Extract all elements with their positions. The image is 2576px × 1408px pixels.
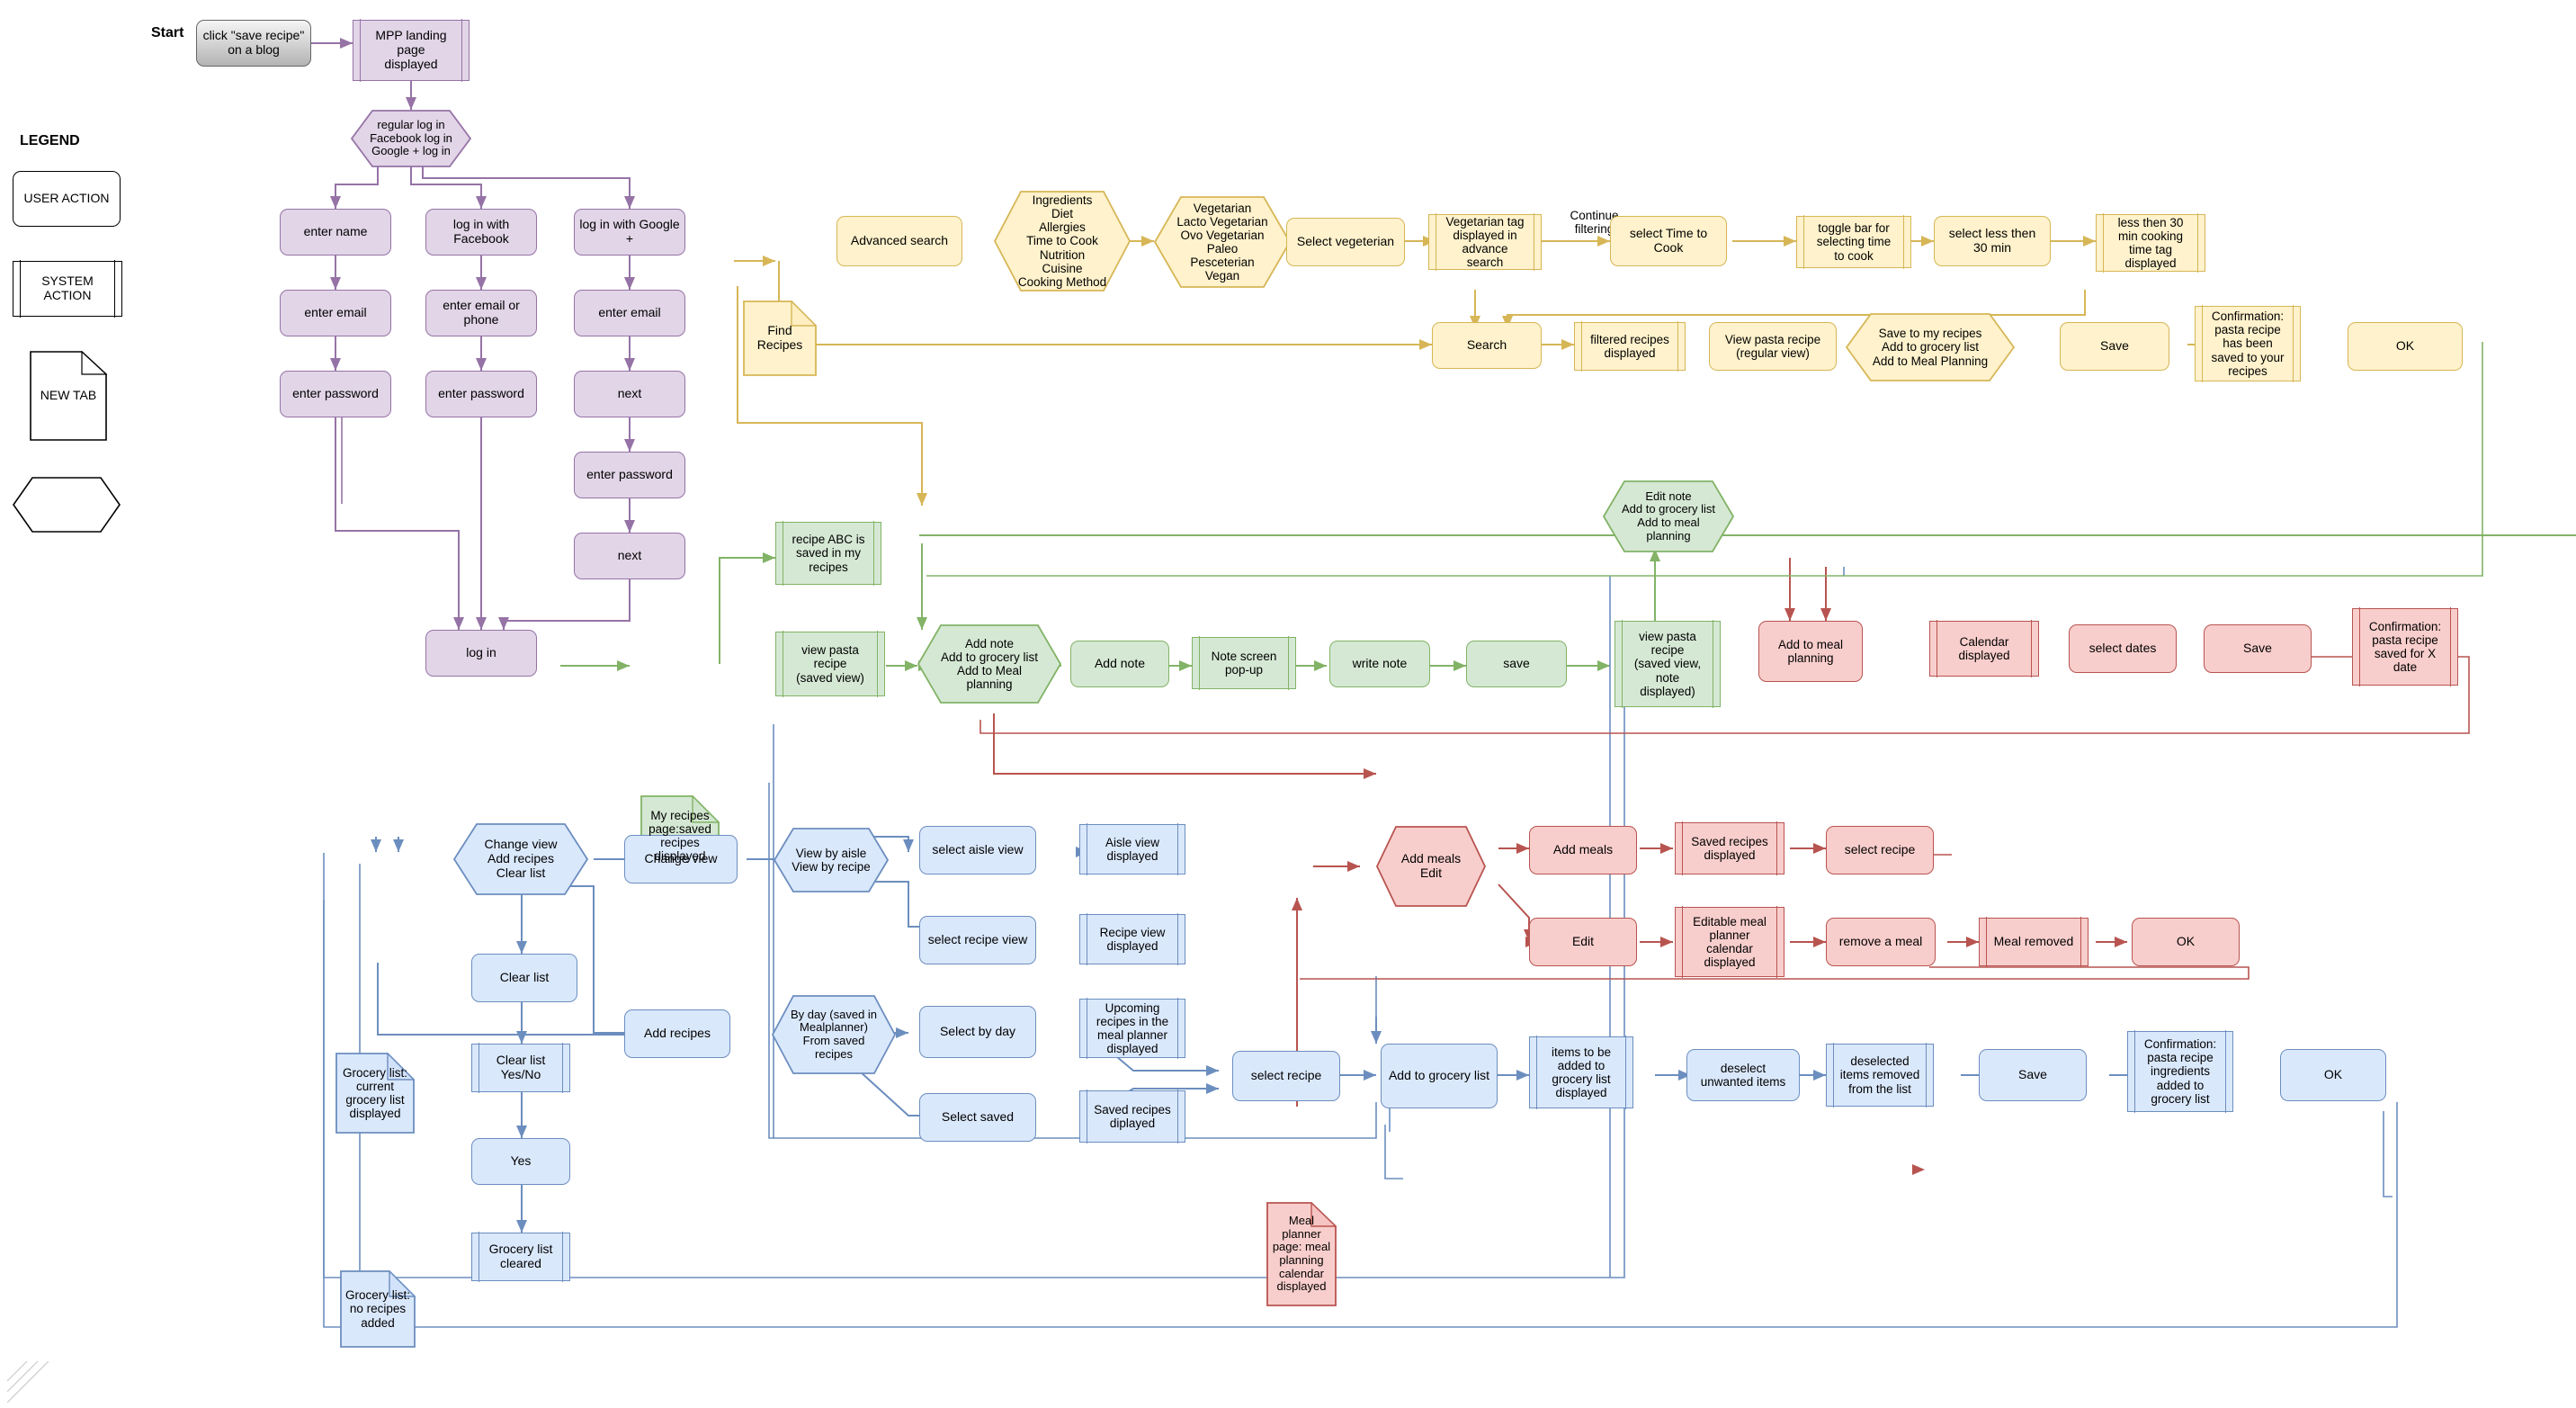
corner-hatch-mark — [7, 1361, 49, 1403]
node-clear-list-yesno: Clear list Yes/No — [471, 1043, 570, 1093]
node-advanced-search[interactable]: Advanced search — [836, 216, 962, 266]
node-ok-meal-removed[interactable]: OK — [2132, 918, 2240, 966]
node-grocery-empty: Grocery list: no recipes added — [340, 1270, 416, 1348]
node-google-email[interactable]: enter email — [574, 290, 685, 336]
node-select-recipe-meal[interactable]: select recipe — [1826, 826, 1934, 874]
node-diet-options[interactable]: Vegetarian Lacto Vegetarian Ovo Vegetari… — [1154, 196, 1291, 288]
node-confirmation-saved-recipes: Confirmation: pasta recipe has been save… — [2195, 305, 2301, 382]
legend-decision — [13, 477, 121, 533]
node-upcoming-recipes: Upcoming recipes in the meal planner dis… — [1079, 998, 1185, 1059]
node-select-recipe-view[interactable]: select recipe view — [919, 916, 1036, 964]
node-confirmation-saved-for-date: Confirmation: pasta recipe saved for X d… — [2352, 607, 2458, 686]
node-filtered-recipes: filtered recipes displayed — [1574, 321, 1686, 372]
node-view-pasta-note: view pasta recipe (saved view, note disp… — [1614, 620, 1721, 708]
legend-title: LEGEND — [20, 133, 80, 148]
node-grocery-cleared: Grocery list cleared — [471, 1232, 570, 1282]
node-save-meal[interactable]: Save — [2204, 624, 2312, 673]
node-vegetarian-tag-displayed: Vegetarian tag displayed in advance sear… — [1428, 213, 1542, 271]
node-items-to-be-added: items to be added to grocery list displa… — [1529, 1036, 1633, 1109]
node-enter-password[interactable]: enter password — [280, 371, 391, 417]
node-save-recipe-button[interactable]: Save — [2060, 322, 2169, 371]
node-add-note[interactable]: Add note — [1070, 641, 1169, 687]
node-grocery-current: Grocery list: current grocery list displ… — [335, 1053, 415, 1134]
flowchart-canvas: Start LEGEND USER ACTION SYSTEM ACTION N… — [0, 0, 2576, 1408]
node-select-less-30[interactable]: select less then 30 min — [1934, 216, 2051, 266]
node-view-pasta-saved: view pasta recipe (saved view) — [775, 631, 885, 697]
node-select-recipe-grocery[interactable]: select recipe — [1232, 1051, 1340, 1101]
node-select-vegetarian[interactable]: Select vegeterian — [1286, 218, 1405, 266]
legend-system-action: SYSTEM ACTION — [13, 260, 122, 318]
node-view-pasta-regular[interactable]: View pasta recipe (regular view) — [1709, 322, 1837, 371]
node-edit-note-choice[interactable]: Edit note Add to grocery list Add to mea… — [1603, 480, 1734, 552]
node-meal-removed: Meal removed — [1979, 917, 2089, 967]
node-mpp-landing: MPP landing page displayed — [353, 19, 470, 82]
node-byday-choice[interactable]: By day (saved in Mealplanner) From saved… — [772, 995, 896, 1074]
node-enter-name[interactable]: enter name — [280, 209, 391, 256]
node-yes[interactable]: Yes — [471, 1138, 570, 1185]
node-edit-meal[interactable]: Edit — [1529, 918, 1637, 966]
node-add-note-choice[interactable]: Add note Add to grocery list Add to Meal… — [917, 624, 1061, 704]
node-calendar-displayed: Calendar displayed — [1929, 620, 2039, 677]
node-facebook-login[interactable]: log in with Facebook — [425, 209, 537, 256]
node-note-popup: Note screen pop-up — [1192, 636, 1296, 690]
node-google-password[interactable]: enter password — [574, 452, 685, 498]
node-enter-email[interactable]: enter email — [280, 290, 391, 336]
node-ok-grocery[interactable]: OK — [2280, 1049, 2386, 1101]
node-meal-planner-page: Meal planner page: meal planning calenda… — [1266, 1202, 1337, 1306]
node-deselected-removed: deselected items removed from the list — [1826, 1043, 1934, 1108]
legend-new-tab: NEW TAB — [30, 351, 107, 441]
node-select-saved[interactable]: Select saved — [919, 1093, 1036, 1142]
node-add-to-meal-planning[interactable]: Add to meal planning — [1758, 621, 1863, 682]
node-confirmation-ingredients: Confirmation: pasta recipe ingredients a… — [2127, 1030, 2233, 1113]
node-grocery-choice[interactable]: Change view Add recipes Clear list — [453, 823, 588, 895]
node-recipe-abc-saved: recipe ABC is saved in my recipes — [775, 521, 881, 586]
node-google-login[interactable]: log in with Google + — [574, 209, 685, 256]
node-select-time-to-cook[interactable]: select Time to Cook — [1610, 216, 1727, 266]
node-recipe-view-displayed: Recipe view displayed — [1079, 913, 1185, 965]
node-log-in[interactable]: log in — [425, 630, 537, 677]
node-remove-a-meal[interactable]: remove a meal — [1826, 918, 1936, 966]
node-saved-recipes-diplayed: Saved recipes diplayed — [1079, 1090, 1185, 1143]
start-label: Start — [151, 25, 184, 40]
node-start-click[interactable]: click "save recipe" on a blog — [196, 20, 311, 67]
node-fb-password[interactable]: enter password — [425, 371, 537, 417]
node-search[interactable]: Search — [1432, 322, 1542, 369]
node-login-choice[interactable]: regular log in Facebook log in Google + … — [351, 110, 471, 167]
node-saved-recipes-displayed-red: Saved recipes displayed — [1675, 821, 1784, 875]
node-add-meals-edit-choice[interactable]: Add meals Edit — [1376, 826, 1486, 907]
node-add-recipes[interactable]: Add recipes — [624, 1009, 730, 1058]
node-less30-tag-displayed: less then 30 min cooking time tag displa… — [2096, 213, 2205, 273]
node-save-note[interactable]: save — [1466, 641, 1567, 687]
node-deselect-unwanted[interactable]: deselect unwanted items — [1686, 1049, 1800, 1101]
node-toggle-bar: toggle bar for selecting time to cook — [1796, 215, 1911, 269]
node-save-grocery[interactable]: Save — [1979, 1049, 2087, 1101]
node-select-dates[interactable]: select dates — [2069, 624, 2177, 673]
node-write-note[interactable]: write note — [1329, 641, 1430, 687]
node-aisle-view-displayed: Aisle view displayed — [1079, 823, 1185, 875]
node-google-next-1[interactable]: next — [574, 371, 685, 417]
node-view-choice[interactable]: View by aisle View by recipe — [774, 828, 889, 892]
node-editable-calendar: Editable meal planner calendar displayed — [1675, 906, 1784, 978]
node-add-to-grocery-list[interactable]: Add to grocery list — [1381, 1044, 1498, 1108]
node-filter-options[interactable]: Ingredients Diet Allergies Time to Cook … — [994, 191, 1131, 291]
node-select-by-day[interactable]: Select by day — [919, 1006, 1036, 1058]
node-save-choice[interactable]: Save to my recipes Add to grocery list A… — [1846, 313, 2015, 381]
node-find-recipes[interactable]: Find Recipes — [743, 300, 817, 376]
node-fb-email-phone[interactable]: enter email or phone — [425, 290, 537, 336]
node-clear-list[interactable]: Clear list — [471, 954, 577, 1002]
node-add-meals[interactable]: Add meals — [1529, 826, 1637, 874]
node-select-aisle-view[interactable]: select aisle view — [919, 826, 1036, 874]
node-google-next-2[interactable]: next — [574, 533, 685, 579]
node-ok-recipe-saved[interactable]: OK — [2348, 322, 2463, 371]
legend-user-action: USER ACTION — [13, 171, 121, 227]
